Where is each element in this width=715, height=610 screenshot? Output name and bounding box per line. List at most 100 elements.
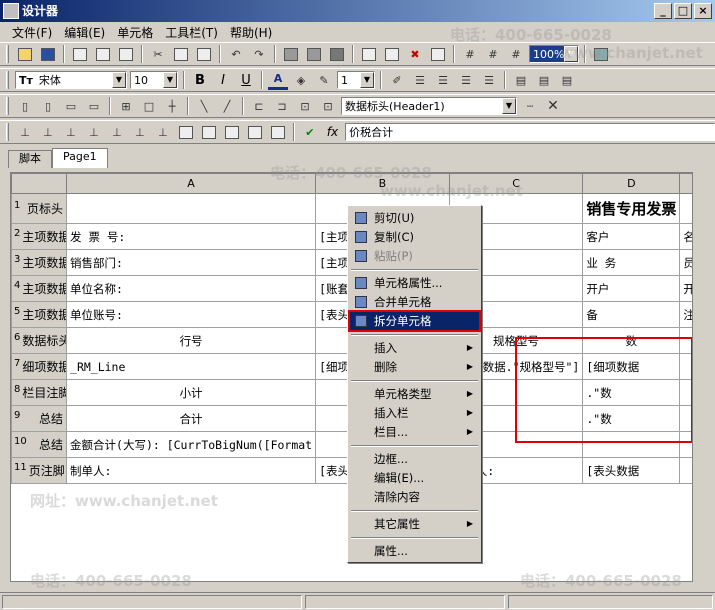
grid-cell[interactable]: 销售专用发票 xyxy=(582,193,681,224)
menu-cell[interactable]: 单元格 xyxy=(111,24,159,41)
column-header[interactable]: A xyxy=(66,173,317,194)
calendar-icon[interactable] xyxy=(382,44,402,64)
table3-icon[interactable] xyxy=(222,122,242,142)
menu-help[interactable]: 帮助(H) xyxy=(224,24,278,41)
context-menu-item[interactable]: 单元格属性... xyxy=(350,274,479,292)
redo-icon[interactable]: ↷ xyxy=(249,44,269,64)
column-header[interactable]: B xyxy=(315,173,450,194)
grid-cell[interactable]: 小计 xyxy=(66,379,317,406)
line-style-icon[interactable]: ┄ xyxy=(520,96,540,116)
menu-toolbar[interactable]: 工具栏(T) xyxy=(159,24,224,41)
context-menu-item[interactable]: 单元格类型 ▶ xyxy=(350,385,479,403)
band-label[interactable]: 11 页注脚 xyxy=(11,457,68,484)
grid-cell[interactable]: 单位名称: xyxy=(66,275,317,302)
preview-icon[interactable] xyxy=(93,44,113,64)
bold-icon[interactable]: B xyxy=(190,70,210,90)
table4-icon[interactable] xyxy=(245,122,265,142)
zoom-select[interactable]: 100% ▼ xyxy=(529,45,579,63)
valign-bottom-icon[interactable]: ▤ xyxy=(557,70,577,90)
context-menu-item[interactable]: 剪切(U) xyxy=(350,209,479,227)
band-label[interactable]: 4 主项数据 xyxy=(11,275,68,302)
undo-icon[interactable]: ↶ xyxy=(226,44,246,64)
band-label[interactable]: 7 细项数据 xyxy=(11,353,68,380)
tree2-icon[interactable]: ⊥ xyxy=(38,122,58,142)
context-menu-item[interactable]: 属性... xyxy=(350,542,479,560)
cut-icon[interactable]: ✂ xyxy=(148,44,168,64)
grid-cell[interactable]: 开户 xyxy=(582,275,681,302)
tab-script[interactable]: 脚本 xyxy=(8,150,52,168)
band-label[interactable]: 3 主项数据 xyxy=(11,249,68,276)
context-menu-item[interactable]: 插入栏 ▶ xyxy=(350,404,479,422)
grid-cell[interactable]: 数 xyxy=(582,327,681,354)
grid-cell[interactable]: 行号 xyxy=(66,327,317,354)
highlight-icon[interactable]: ✐ xyxy=(387,70,407,90)
maximize-button[interactable]: □ xyxy=(674,3,692,19)
diagonal-up-icon[interactable]: ╱ xyxy=(217,96,237,116)
diagonal-down-icon[interactable]: ╲ xyxy=(194,96,214,116)
band-label[interactable]: 10 总结 xyxy=(11,431,68,458)
grid-cell[interactable] xyxy=(66,193,317,224)
row-type-select[interactable]: 数据标头(Header1) ▼ xyxy=(341,97,517,115)
border-inner-icon[interactable]: ┼ xyxy=(162,96,182,116)
append-icon[interactable]: ⊡ xyxy=(295,96,315,116)
insert-row-icon[interactable]: ⊏ xyxy=(249,96,269,116)
context-menu-item[interactable]: 删除 ▶ xyxy=(350,358,479,376)
print-icon[interactable] xyxy=(70,44,90,64)
context-menu-item[interactable]: 复制(C) xyxy=(350,228,479,246)
column-header[interactable]: C xyxy=(448,173,584,194)
grid-cell[interactable] xyxy=(679,327,692,354)
paste-icon[interactable] xyxy=(194,44,214,64)
band-label[interactable]: 8 栏目注脚 xyxy=(11,379,68,406)
border-left-icon[interactable]: ▯ xyxy=(15,96,35,116)
grid-cell[interactable]: [表头数据 xyxy=(582,457,681,484)
grid3-icon[interactable]: # xyxy=(506,44,526,64)
grid-cell[interactable]: 发 票 号: xyxy=(66,223,317,250)
minimize-button[interactable]: _ xyxy=(654,3,672,19)
line-width-select[interactable]: 1 ▼ xyxy=(337,71,375,89)
grid-cell[interactable]: 注" xyxy=(679,301,692,328)
border-right-icon[interactable]: ▯ xyxy=(38,96,58,116)
grid-icon[interactable]: # xyxy=(460,44,480,64)
valign-middle-icon[interactable]: ▤ xyxy=(534,70,554,90)
band-label[interactable]: 1 页标头 xyxy=(11,193,68,224)
context-menu-item[interactable]: 插入 ▶ xyxy=(350,339,479,357)
table2-icon[interactable] xyxy=(199,122,219,142)
grid-cell[interactable]: 制单人: xyxy=(66,457,317,484)
grid-cell[interactable] xyxy=(679,193,692,224)
tree5-icon[interactable]: ⊥ xyxy=(107,122,127,142)
append-row-icon[interactable]: ⊡ xyxy=(318,96,338,116)
grid-cell[interactable]: ."数 xyxy=(582,405,681,432)
band-label[interactable]: 5 主项数据 xyxy=(11,301,68,328)
grid-cell[interactable]: 开户 xyxy=(679,275,692,302)
fill-color-icon[interactable]: ◈ xyxy=(291,70,311,90)
new-page-icon[interactable] xyxy=(428,44,448,64)
formula-input[interactable]: 价税合计 xyxy=(345,123,715,141)
open-icon[interactable] xyxy=(15,44,35,64)
grid-cell[interactable]: 客户 xyxy=(582,223,681,250)
font-size-select[interactable]: 10 ▼ xyxy=(130,71,178,89)
align-right-icon[interactable]: ☰ xyxy=(456,70,476,90)
valign-top-icon[interactable]: ▤ xyxy=(511,70,531,90)
column-header[interactable]: E xyxy=(679,173,692,194)
align-left-icon[interactable]: ☰ xyxy=(410,70,430,90)
grid-cell[interactable]: [细项数据 xyxy=(582,353,681,380)
font-select[interactable]: Tт 宋体 ▼ xyxy=(15,71,127,89)
grid-cell[interactable]: 单位账号: xyxy=(66,301,317,328)
grid-cell[interactable]: 销售部门: xyxy=(66,249,317,276)
context-menu-item[interactable]: 其它属性 ▶ xyxy=(350,515,479,533)
tab-page1[interactable]: Page1 xyxy=(52,148,108,168)
tree4-icon[interactable]: ⊥ xyxy=(84,122,104,142)
exit-icon[interactable] xyxy=(591,44,611,64)
context-menu-item[interactable]: 合并单元格 xyxy=(350,293,479,311)
grid-cell[interactable]: 员 xyxy=(679,249,692,276)
grid-cell[interactable] xyxy=(679,379,692,406)
context-menu-item[interactable]: 清除内容 xyxy=(350,488,479,506)
tree7-icon[interactable]: ⊥ xyxy=(153,122,173,142)
grid-cell[interactable]: _RM_Line xyxy=(66,353,317,380)
page-setup-icon[interactable] xyxy=(116,44,136,64)
band-label[interactable]: 9 总结 xyxy=(11,405,68,432)
insert-field-icon[interactable] xyxy=(359,44,379,64)
italic-icon[interactable]: I xyxy=(213,70,233,90)
border-top-icon[interactable]: ▭ xyxy=(61,96,81,116)
grid-cell[interactable] xyxy=(679,457,692,484)
